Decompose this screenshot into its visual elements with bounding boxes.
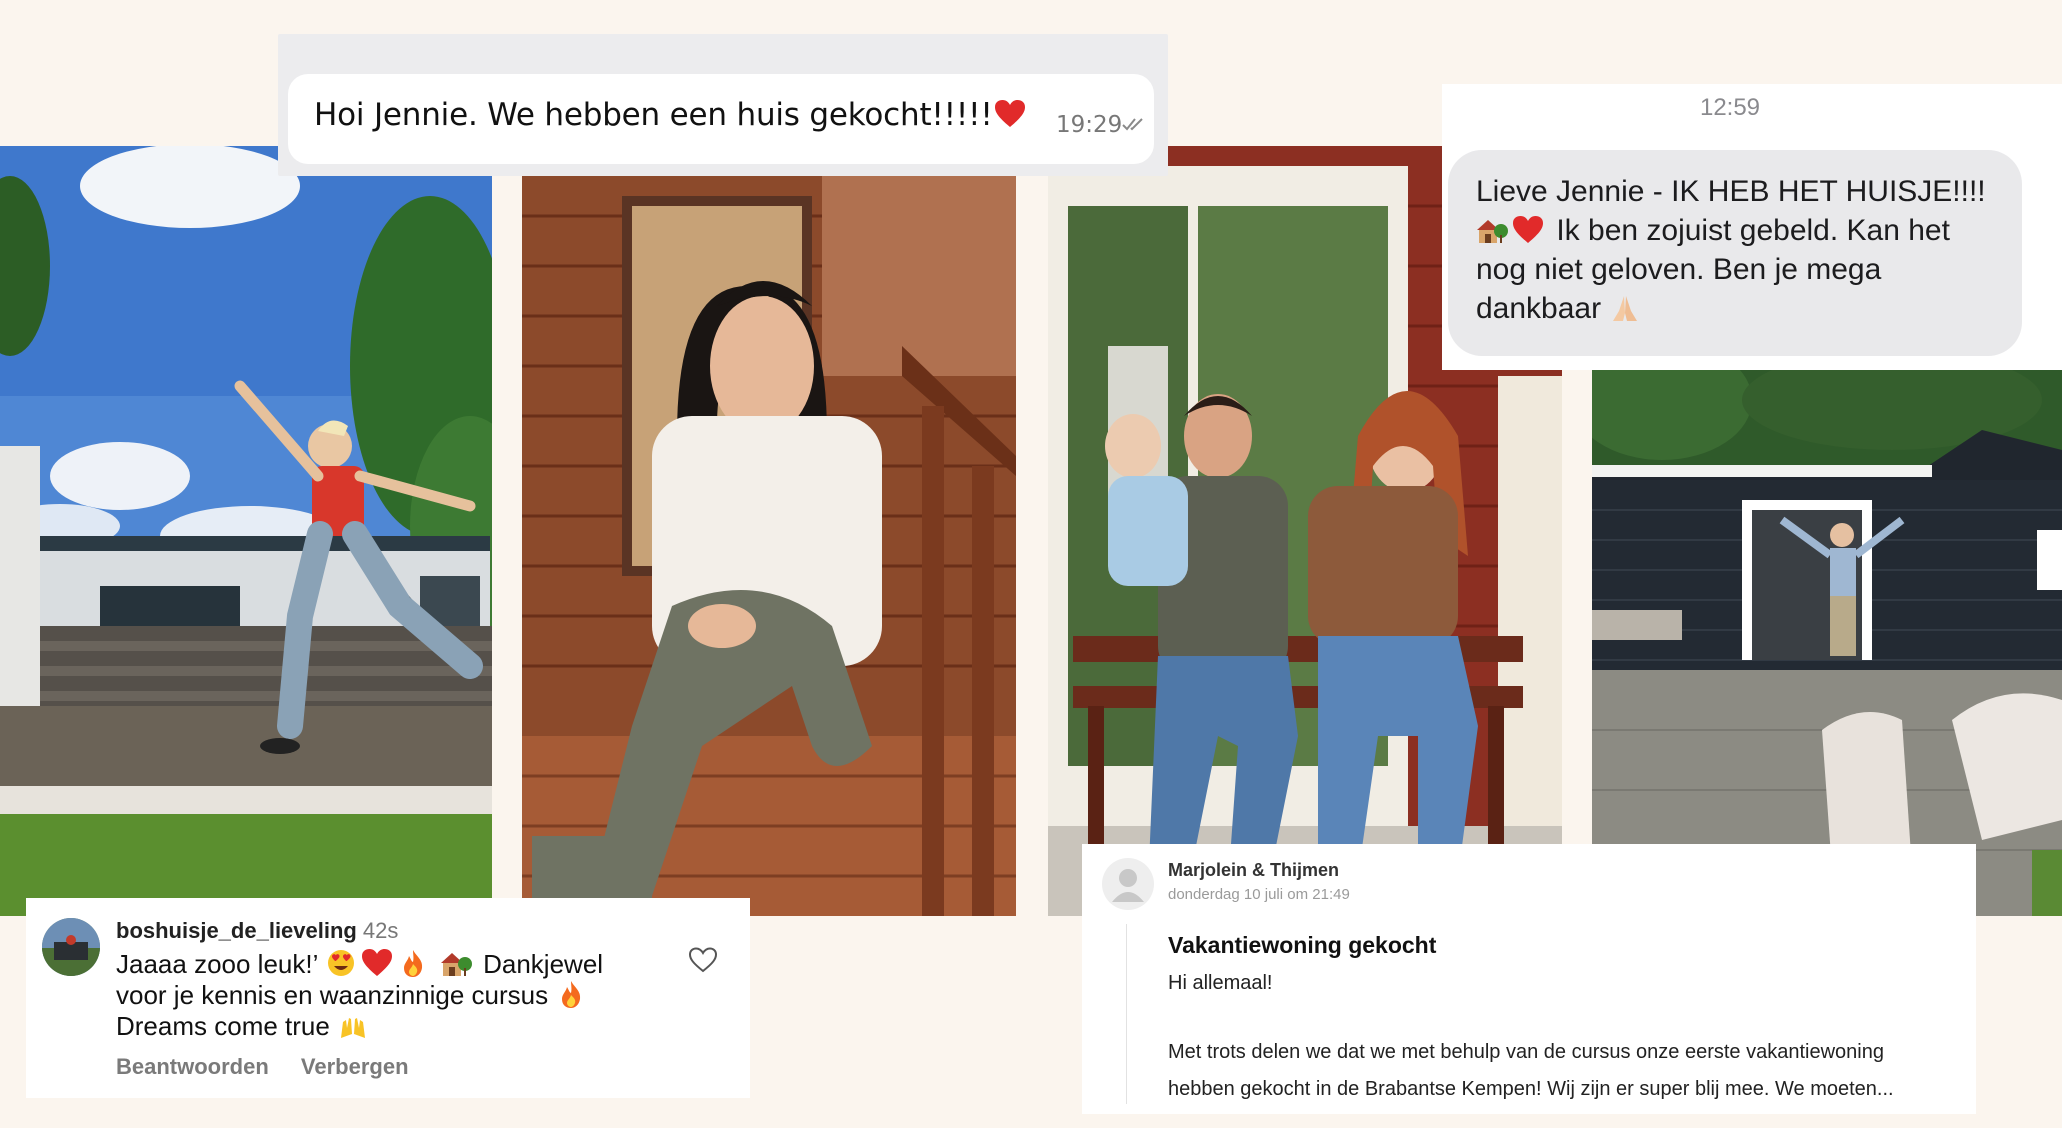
post-body: Met trots delen we dat we met behulp van… <box>1168 1034 1968 1108</box>
message-time: 12:59 <box>1699 94 1761 121</box>
comment-age: 42s <box>362 918 399 943</box>
instagram-comment: boshuisje_de_lieveling 42s Jaaaa zooo leu… <box>26 898 750 1098</box>
heart-eyes-icon <box>327 950 354 976</box>
comment-line-3-text: Dreams come true <box>116 1011 330 1041</box>
red-heart-icon <box>361 949 392 976</box>
comment-line-2: voor je kennis en waanzinnige cursus <box>116 979 656 1010</box>
house-with-garden-icon <box>1477 220 1508 243</box>
post-body-line-1: Met trots delen we dat we met behulp van… <box>1168 1041 1884 1063</box>
comment-text: Jaaaa zooo leuk!’ Dankjewel voor je kenn… <box>116 948 656 1041</box>
username-text[interactable]: boshuisje_de_lieveling <box>116 918 357 943</box>
thread-line <box>1126 924 1127 1104</box>
photo-man-at-house <box>1592 370 2062 916</box>
red-heart-icon <box>994 100 1025 127</box>
message-line-4-text: dankbaar <box>1476 292 1602 325</box>
fire-icon <box>403 950 422 977</box>
comment-line-3: Dreams come true <box>116 1010 656 1041</box>
user-placeholder-icon <box>1112 869 1144 902</box>
message-line-4: dankbaar <box>1476 289 2016 328</box>
comment-line-2-text: voor je kennis en waanzinnige cursus <box>116 980 549 1010</box>
message-body: Hoi Jennie. We hebben een huis gekocht!!… <box>314 97 993 133</box>
post-greeting: Hi allemaal! <box>1168 972 1273 994</box>
photo-jumping-woman <box>0 146 492 916</box>
message-line-2-text: Ik ben zojuist gebeld. Kan het <box>1556 214 1950 247</box>
comment-line-1: Jaaaa zooo leuk!’ Dankjewel <box>116 948 656 979</box>
message-bubble: Lieve Jennie - IK HEB HET HUISJE!!!! Ik … <box>1448 150 2022 356</box>
message-line-1: Lieve Jennie - IK HEB HET HUISJE!!!! <box>1476 175 1986 208</box>
message-text: Hoi Jennie. We hebben een huis gekocht!!… <box>314 97 1027 133</box>
avatar[interactable] <box>42 918 100 976</box>
comment-line-1b: Dankjewel <box>483 949 604 979</box>
forum-post: Marjolein & Thijmen donderdag 10 juli om… <box>1082 844 1976 1114</box>
avatar[interactable] <box>1102 858 1154 910</box>
reply-button[interactable]: Beantwoorden <box>116 1054 269 1079</box>
raising-hands-icon <box>341 1018 366 1038</box>
comment-actions: Beantwoorden Verbergen <box>116 1054 435 1080</box>
post-body-line-2: hebben gekocht in de Brabantse Kempen! W… <box>1168 1078 1894 1100</box>
message-line-3: nog niet geloven. Ben je mega <box>1476 253 1882 286</box>
post-date: donderdag 10 juli om 21:49 <box>1168 886 1350 903</box>
post-author[interactable]: Marjolein & Thijmen <box>1168 860 1339 881</box>
post-title: Vakantiewoning gekocht <box>1168 932 1437 958</box>
folded-hands-icon <box>1613 296 1638 321</box>
whatsapp-chat-screenshot: Hoi Jennie. We hebben een huis gekocht!!… <box>278 34 1168 176</box>
hide-button[interactable]: Verbergen <box>301 1054 409 1079</box>
message-text: Lieve Jennie - IK HEB HET HUISJE!!!! Ik … <box>1476 172 2016 328</box>
photo-woman-on-steps <box>522 176 1016 916</box>
comment-username[interactable]: boshuisje_de_lieveling 42s <box>116 918 398 944</box>
double-check-icon <box>1122 118 1143 131</box>
message-time: 19:29 <box>1056 112 1123 138</box>
message-line-2: Ik ben zojuist gebeld. Kan het <box>1476 211 2016 250</box>
like-heart-icon[interactable] <box>688 946 718 974</box>
house-with-garden-icon <box>440 953 472 976</box>
message-bubble: Hoi Jennie. We hebben een huis gekocht!!… <box>288 74 1154 164</box>
imessage-chat-screenshot: 12:59 Lieve Jennie - IK HEB HET HUISJE!!… <box>1442 84 2062 370</box>
fire-icon <box>562 981 581 1008</box>
red-heart-icon <box>1513 216 1543 243</box>
comment-line-1a: Jaaaa zooo leuk!’ <box>116 949 318 979</box>
